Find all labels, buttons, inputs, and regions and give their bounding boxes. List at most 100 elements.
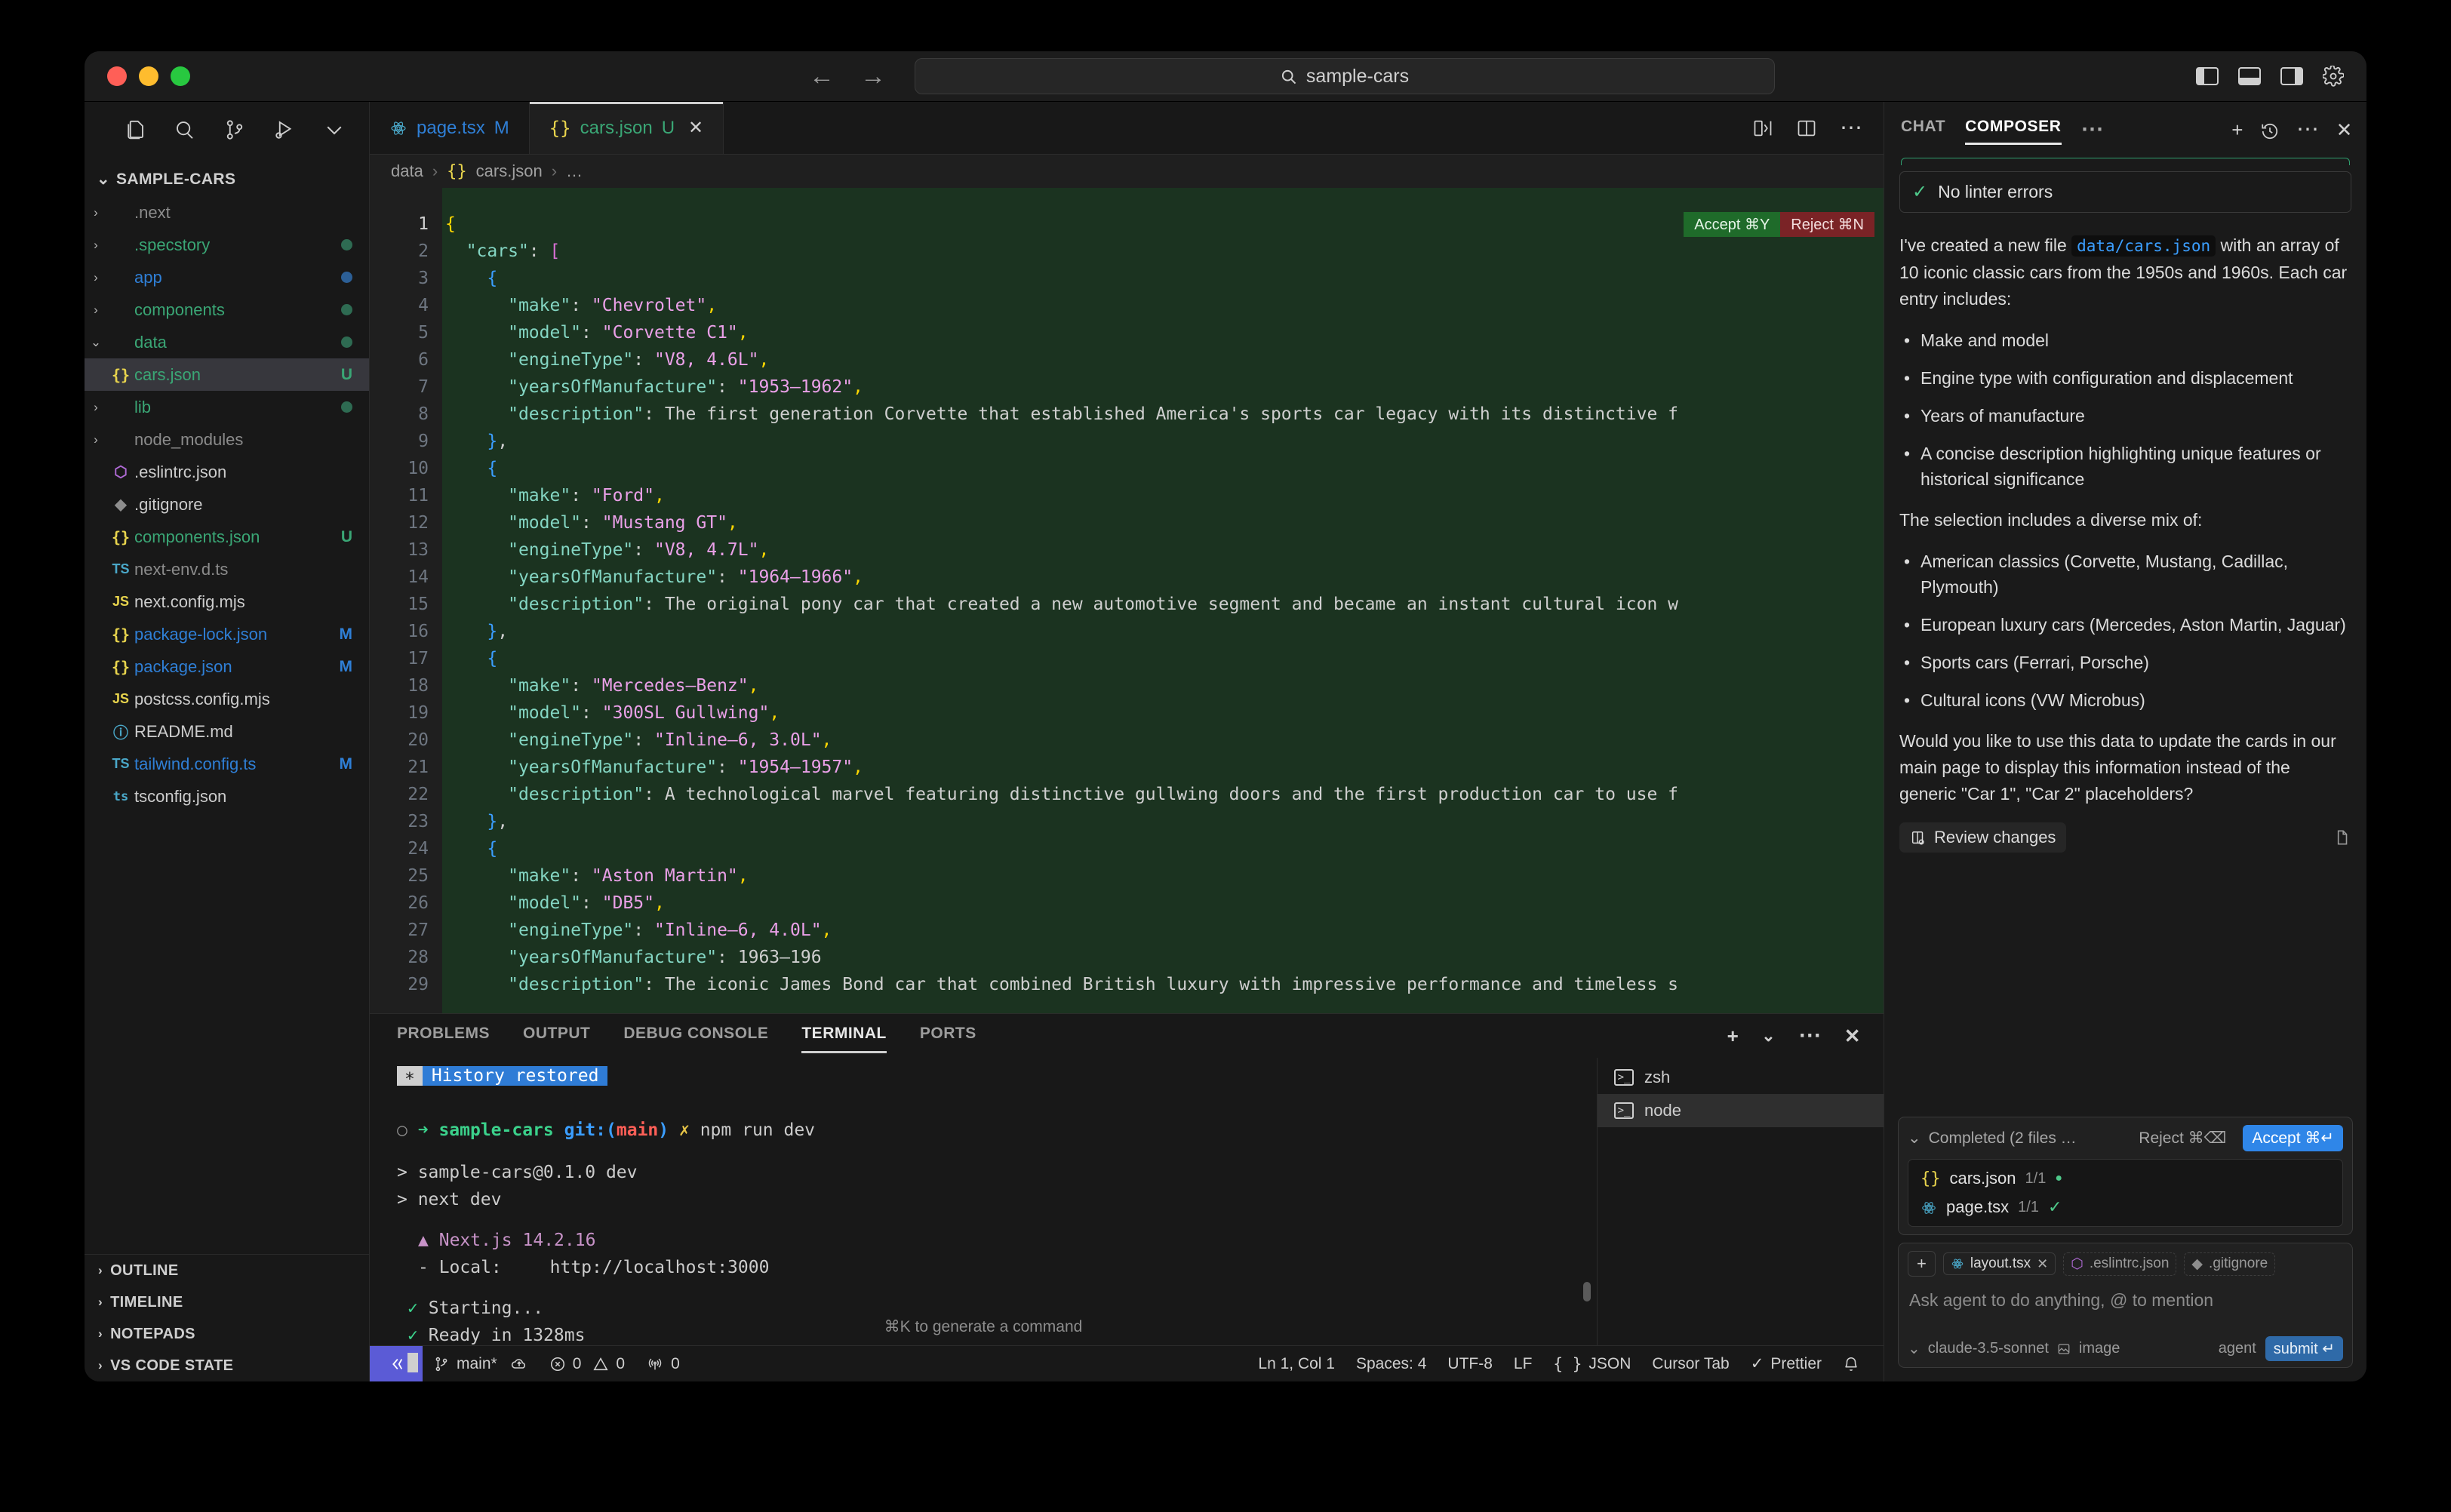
- chevron-down-icon[interactable]: ⌄: [1908, 1129, 1921, 1148]
- minimize-window-button[interactable]: [139, 66, 158, 86]
- search-icon[interactable]: [174, 118, 196, 141]
- tree-item--specstory[interactable]: ›.specstory: [85, 229, 369, 261]
- tree-item--eslintrc-json[interactable]: ⬡.eslintrc.json: [85, 456, 369, 488]
- code-line[interactable]: "engineType": "Inline–6, 3.0L",: [445, 727, 1884, 754]
- sidebar-section-timeline[interactable]: ›TIMELINE: [85, 1286, 369, 1318]
- code-line[interactable]: "yearsOfManufacture": "1953–1962",: [445, 373, 1884, 401]
- split-editor-icon[interactable]: [1752, 118, 1773, 139]
- toggle-primary-sidebar-icon[interactable]: [2196, 67, 2219, 85]
- code-line[interactable]: "description": The iconic James Bond car…: [445, 971, 1884, 998]
- tree-item-readme-md[interactable]: ⓘREADME.md: [85, 715, 369, 748]
- breadcrumb-item[interactable]: cars.json: [476, 161, 543, 181]
- toggle-panel-icon[interactable]: [2238, 67, 2261, 85]
- panel-tab-debug-console[interactable]: DEBUG CONSOLE: [623, 1025, 768, 1047]
- code-line[interactable]: "yearsOfManufacture": 1963–196: [445, 944, 1884, 971]
- more-actions-icon[interactable]: ⋯: [1840, 123, 1862, 134]
- code-line[interactable]: "model": "Corvette C1",: [445, 319, 1884, 346]
- add-context-button[interactable]: +: [1908, 1251, 1936, 1277]
- chevron-down-icon[interactable]: [323, 118, 346, 141]
- composer-input-box[interactable]: + layout.tsx✕⬡.eslintrc.json◆.gitignore …: [1898, 1243, 2353, 1368]
- history-icon[interactable]: [2260, 118, 2280, 142]
- tree-item-tsconfig-json[interactable]: tstsconfig.json: [85, 780, 369, 813]
- code-line[interactable]: {: [445, 211, 1884, 238]
- code-line[interactable]: },: [445, 808, 1884, 835]
- composer-messages[interactable]: ✓ No linter errors I've created a new fi…: [1884, 158, 2366, 1117]
- terminal-scrollbar[interactable]: [1583, 1282, 1591, 1301]
- accept-all-button[interactable]: Accept ⌘↵: [2243, 1125, 2343, 1151]
- code-line[interactable]: "model": "300SL Gullwing",: [445, 699, 1884, 727]
- tree-item-next-config-mjs[interactable]: JSnext.config.mjs: [85, 585, 369, 618]
- panel-actions[interactable]: + ⌄ ⋯ ✕: [1727, 1025, 1884, 1048]
- context-chip--gitignore[interactable]: ◆.gitignore: [2184, 1252, 2275, 1276]
- code-line[interactable]: {: [445, 455, 1884, 482]
- tree-item-package-lock-json[interactable]: {}package-lock.jsonM: [85, 618, 369, 650]
- code-line[interactable]: {: [445, 265, 1884, 292]
- gear-icon[interactable]: [2323, 66, 2344, 87]
- context-chip--eslintrc-json[interactable]: ⬡.eslintrc.json: [2063, 1252, 2176, 1276]
- code-editor[interactable]: 1234567891011121314151617181920212223242…: [370, 188, 1884, 1013]
- reject-diff-button[interactable]: Reject ⌘N: [1780, 212, 1874, 237]
- panel-tab-ports[interactable]: PORTS: [920, 1025, 976, 1047]
- tree-item-postcss-config-mjs[interactable]: JSpostcss.config.mjs: [85, 683, 369, 715]
- composer-header[interactable]: CHATCOMPOSER⋯ + ⋯ ✕: [1884, 102, 2366, 158]
- local-url[interactable]: http://localhost:3000: [512, 1258, 770, 1277]
- panel-tabs[interactable]: PROBLEMSOUTPUTDEBUG CONSOLETERMINALPORTS…: [370, 1014, 1884, 1058]
- code-line[interactable]: {: [445, 835, 1884, 862]
- sidebar-section-notepads[interactable]: ›NOTEPADS: [85, 1318, 369, 1350]
- breadcrumb[interactable]: data›{}cars.json›…: [370, 155, 1884, 188]
- copy-icon[interactable]: [2332, 828, 2351, 847]
- chat-tab-composer[interactable]: COMPOSER: [1965, 118, 2061, 142]
- terminal-output[interactable]: ∗History restored ○ ➜ sample-cars git:(m…: [370, 1058, 1597, 1345]
- breadcrumb-item[interactable]: …: [566, 161, 583, 181]
- reject-all-button[interactable]: Reject ⌘⌫: [2131, 1126, 2234, 1151]
- arrow-right-icon[interactable]: →: [860, 63, 886, 89]
- code-line[interactable]: {: [445, 645, 1884, 672]
- source-control-icon[interactable]: [223, 118, 246, 141]
- tree-item--next[interactable]: ›.next: [85, 196, 369, 229]
- arrow-left-icon[interactable]: ←: [809, 63, 835, 89]
- code-line[interactable]: "model": "DB5",: [445, 890, 1884, 917]
- chevron-down-icon[interactable]: ⌄: [1761, 1026, 1776, 1046]
- diff-accept-reject-toolbar[interactable]: Accept ⌘Y Reject ⌘N: [1684, 212, 1874, 237]
- code-line[interactable]: "engineType": "Inline–6, 4.0L",: [445, 917, 1884, 944]
- more-actions-icon[interactable]: ⋯: [1798, 1031, 1822, 1040]
- code-content[interactable]: { "cars": [ { "make": "Chevrolet", "mode…: [442, 188, 1884, 1013]
- model-chevron-icon[interactable]: ⌄: [1908, 1339, 1921, 1358]
- file-tree[interactable]: ›.next›.specstory›app›components⌄data{}c…: [85, 196, 369, 1254]
- tree-item-lib[interactable]: ›lib: [85, 391, 369, 423]
- code-line[interactable]: "description": The original pony car tha…: [445, 591, 1884, 618]
- completed-file-list[interactable]: {}cars.json1/1●page.tsx1/1✓: [1908, 1159, 2343, 1227]
- maximize-window-button[interactable]: [171, 66, 190, 86]
- model-selector[interactable]: claude-3.5-sonnet: [1928, 1340, 2049, 1357]
- code-line[interactable]: "make": "Aston Martin",: [445, 862, 1884, 890]
- new-chat-icon[interactable]: +: [2231, 118, 2243, 142]
- code-line[interactable]: "model": "Mustang GT",: [445, 509, 1884, 536]
- code-line[interactable]: "cars": [: [445, 238, 1884, 265]
- sidebar-section-vs-code-state[interactable]: ›VS CODE STATE: [85, 1350, 369, 1381]
- context-chips-row[interactable]: + layout.tsx✕⬡.eslintrc.json◆.gitignore: [1908, 1251, 2343, 1277]
- chat-tab-chat[interactable]: CHAT: [1901, 118, 1945, 142]
- editor-tabbar[interactable]: page.tsxM{}cars.jsonU✕ ⋯: [370, 102, 1884, 155]
- terminal-instance-node[interactable]: >_node: [1598, 1094, 1884, 1127]
- code-line[interactable]: "yearsOfManufacture": "1964–1966",: [445, 564, 1884, 591]
- add-terminal-icon[interactable]: +: [1727, 1025, 1739, 1048]
- composer-input[interactable]: Ask agent to do anything, @ to mention: [1908, 1286, 2343, 1336]
- breadcrumb-item[interactable]: data: [391, 161, 423, 181]
- review-changes-button[interactable]: Review changes: [1899, 822, 2066, 853]
- accept-diff-button[interactable]: Accept ⌘Y: [1684, 212, 1780, 237]
- composer-submit-group[interactable]: agent submit ↵: [2219, 1336, 2343, 1361]
- tree-item-data[interactable]: ⌄data: [85, 326, 369, 358]
- close-icon[interactable]: ✕: [2037, 1256, 2048, 1272]
- cursor-tab-status[interactable]: Cursor Tab: [1641, 1355, 1739, 1373]
- close-icon[interactable]: ✕: [2336, 118, 2353, 142]
- tree-item-app[interactable]: ›app: [85, 261, 369, 293]
- tree-item-components-json[interactable]: {}components.jsonU: [85, 521, 369, 553]
- terminal-instances-list[interactable]: >_zsh>_node: [1597, 1058, 1884, 1345]
- code-line[interactable]: "yearsOfManufacture": "1954–1957",: [445, 754, 1884, 781]
- sidebar-sections[interactable]: ›OUTLINE›TIMELINE›NOTEPADS›VS CODE STATE: [85, 1254, 369, 1381]
- image-icon[interactable]: [2056, 1340, 2071, 1357]
- agent-mode-label[interactable]: agent: [2219, 1340, 2256, 1357]
- image-label[interactable]: image: [2079, 1340, 2120, 1357]
- prettier-status[interactable]: ✓ Prettier: [1740, 1354, 1832, 1373]
- code-line[interactable]: "make": "Mercedes–Benz",: [445, 672, 1884, 699]
